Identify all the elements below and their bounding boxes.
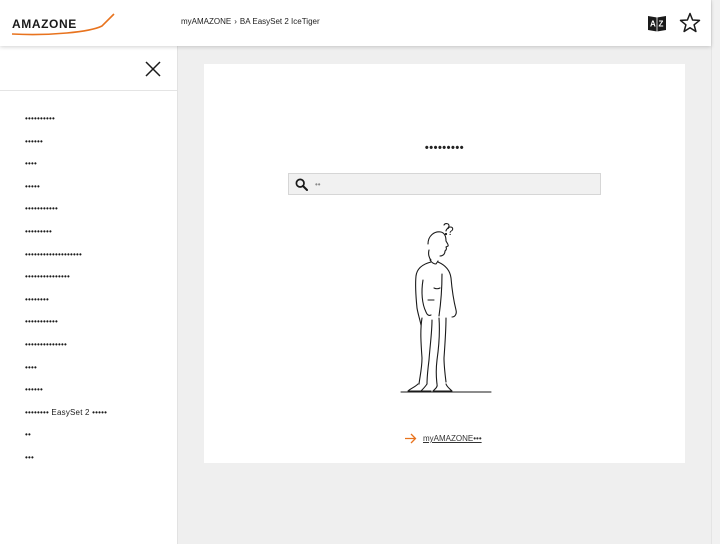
sidebar-item[interactable]: •••••••• — [0, 294, 177, 317]
sidebar-header — [0, 46, 177, 91]
not-found-card: ••••••••• ? — [204, 64, 685, 463]
breadcrumb-home-link[interactable]: myAMAZONE — [181, 17, 231, 26]
svg-text:Z: Z — [659, 20, 664, 29]
svg-text:A: A — [650, 20, 656, 29]
sidebar-item[interactable]: •••••• — [0, 136, 177, 159]
sidebar-item[interactable]: ••••• — [0, 181, 177, 204]
breadcrumb: myAMAZONE › BA EasySet 2 IceTiger — [181, 17, 320, 26]
sidebar-item[interactable]: •••••••••• — [0, 113, 177, 136]
sidebar-item[interactable]: ••••••••••••••• — [0, 271, 177, 294]
sidebar-item[interactable]: ••••••••••• — [0, 203, 177, 226]
sidebar-item[interactable]: •• — [0, 429, 177, 452]
favorites-button[interactable] — [678, 11, 702, 35]
search-icon — [295, 178, 308, 191]
sidebar-item[interactable]: •••• — [0, 158, 177, 181]
sidebar-item[interactable]: •••• — [0, 362, 177, 385]
sidebar-item[interactable]: ••••••••••••••••••• — [0, 249, 177, 272]
glossary-book-az-icon: A Z — [648, 16, 666, 32]
home-link-label: myAMAZONE••• — [423, 434, 482, 443]
arrow-right-icon — [405, 433, 417, 444]
breadcrumb-separator: › — [234, 17, 237, 26]
star-icon — [679, 12, 701, 33]
svg-text:?: ? — [447, 224, 454, 238]
confused-man-illustration: ? — [400, 223, 492, 393]
page-scrollbar[interactable] — [711, 0, 720, 544]
sidebar-item[interactable]: •••••••••••••• — [0, 339, 177, 362]
amazone-logo[interactable]: AMAZONE — [10, 12, 118, 38]
search-box[interactable] — [288, 173, 601, 195]
sidebar-item[interactable]: ••••••••• — [0, 226, 177, 249]
sidebar-nav: •••••••••• •••••• •••• ••••• •••••••••••… — [0, 91, 177, 475]
glossary-button[interactable]: A Z — [646, 12, 668, 34]
breadcrumb-current: BA EasySet 2 IceTiger — [239, 17, 320, 26]
top-bar: AMAZONE myAMAZONE › BA EasySet 2 IceTiger … — [0, 0, 711, 46]
sidebar-item[interactable]: ••••••••••• — [0, 316, 177, 339]
close-icon — [145, 61, 161, 77]
logo-swoosh-icon — [11, 13, 115, 36]
sidebar-item-easyset[interactable]: •••••••• EasySet 2 ••••• — [0, 407, 177, 430]
sidebar: •••••••••• •••••• •••• ••••• •••••••••••… — [0, 46, 178, 544]
sidebar-item[interactable]: ••• — [0, 452, 177, 475]
search-input[interactable] — [315, 176, 595, 192]
close-sidebar-button[interactable] — [144, 60, 162, 78]
sidebar-item[interactable]: •••••• — [0, 384, 177, 407]
page-title: ••••••••• — [424, 142, 465, 154]
